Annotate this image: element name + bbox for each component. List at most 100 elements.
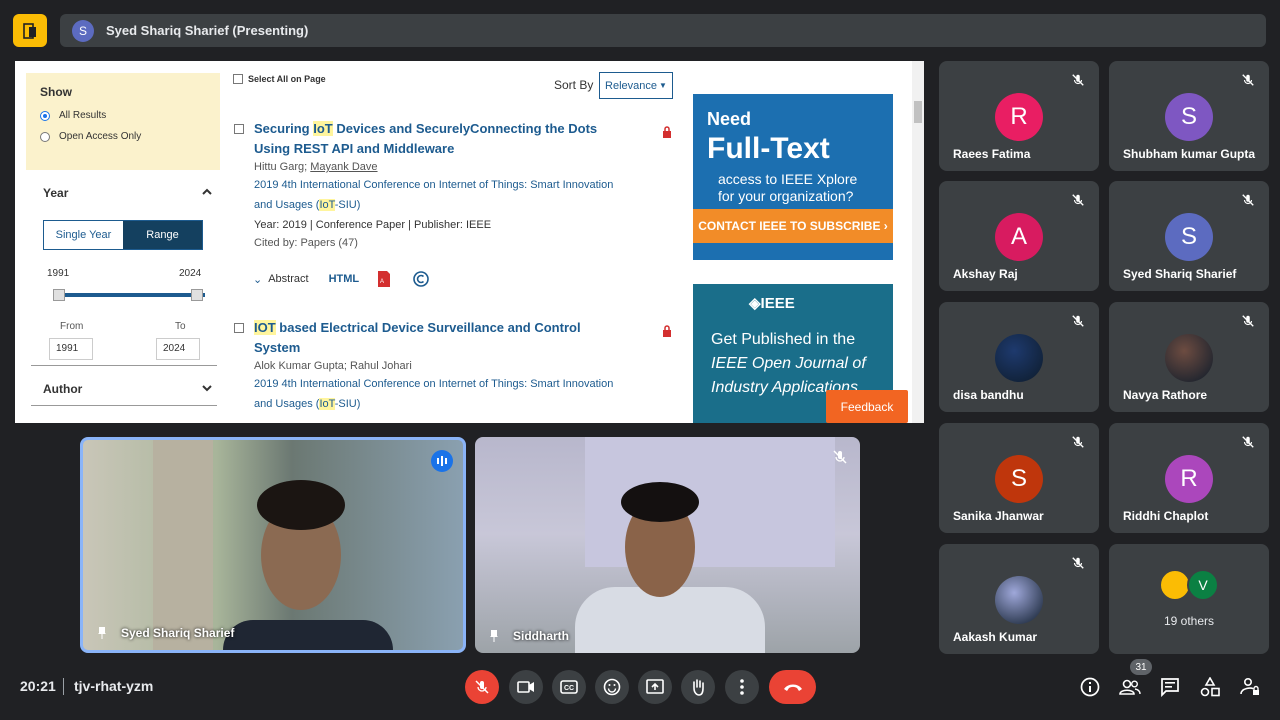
hand-icon: [693, 679, 704, 696]
camera-toggle-button[interactable]: [509, 670, 543, 704]
participant-tile[interactable]: Navya Rathore: [1109, 302, 1269, 412]
captions-icon: CC: [560, 680, 578, 694]
participant-name: disa bandhu: [953, 388, 1024, 402]
to-year-input[interactable]: 2024: [156, 338, 200, 360]
result-authors: Hittu Garg; Mayank Dave: [254, 161, 378, 173]
year-range-slider[interactable]: [57, 293, 205, 297]
participant-avatar: A: [995, 213, 1043, 261]
participant-name: Shubham kumar Gupta: [1123, 147, 1256, 161]
author-link[interactable]: Alok Kumar Gupta: [254, 360, 344, 372]
participant-tile[interactable]: disa bandhu: [939, 302, 1099, 412]
author-filter-header[interactable]: Author: [43, 382, 213, 396]
ad-text: IEEE Open Journal of: [711, 355, 866, 372]
participant-tile[interactable]: Aakash Kumar: [939, 544, 1099, 654]
mic-off-icon: [1241, 435, 1255, 449]
radio-open-access[interactable]: Open Access Only: [40, 131, 206, 142]
result-title-link[interactable]: Securing IoT Devices and SecurelyConnect…: [254, 119, 654, 159]
others-tile[interactable]: V 19 others: [1109, 544, 1269, 654]
chevron-down-icon: [202, 385, 212, 392]
participant-name: Syed Shariq Sharief: [1123, 267, 1237, 281]
sort-label: Sort By: [554, 78, 594, 92]
mic-off-icon: [1241, 314, 1255, 328]
meeting-details-button[interactable]: [1077, 674, 1103, 700]
result-checkbox[interactable]: [234, 124, 244, 134]
clock: 20:21: [20, 678, 56, 694]
abstract-toggle[interactable]: Abstract: [268, 273, 308, 285]
participant-tile[interactable]: A Akshay Raj: [939, 181, 1099, 291]
reactions-button[interactable]: [595, 670, 629, 704]
svg-text:A: A: [380, 279, 384, 285]
ad-heading: Need: [707, 109, 752, 129]
feedback-button[interactable]: Feedback: [826, 390, 908, 423]
shared-screen: Show All Results Open Access Only Year S…: [15, 61, 924, 423]
result-title-link[interactable]: IOT based Electrical Device Surveillance…: [254, 318, 654, 358]
range-button[interactable]: Range: [123, 221, 202, 249]
participant-name: Aakash Kumar: [953, 630, 1038, 644]
participant-avatar: [1165, 334, 1213, 382]
activities-button[interactable]: [1197, 674, 1223, 700]
present-button[interactable]: [638, 670, 672, 704]
pin-icon[interactable]: [97, 627, 107, 639]
mic-off-icon: [1241, 73, 1255, 87]
lock-person-icon: [1240, 677, 1259, 695]
contact-ieee-button[interactable]: CONTACT IEEE TO SUBSCRIBE ›: [693, 209, 893, 243]
result-venue-link[interactable]: 2019 4th International Conference on Int…: [254, 175, 654, 215]
activities-icon: [1200, 677, 1220, 697]
ieee-logo: ◈IEEE: [749, 295, 795, 312]
result-item: IOT based Electrical Device Surveillance…: [254, 318, 654, 414]
meeting-code: tjv-rhat-yzm: [74, 678, 154, 694]
person-body: [575, 587, 765, 653]
chat-button[interactable]: [1157, 674, 1183, 700]
author-link[interactable]: Rahul Johari: [350, 360, 412, 372]
participant-tile[interactable]: S Shubham kumar Gupta: [1109, 61, 1269, 171]
select-all-checkbox[interactable]: Select All on Page: [233, 74, 326, 84]
people-count-badge: 31: [1130, 659, 1152, 675]
more-options-button[interactable]: [725, 670, 759, 704]
video-tile-speaker[interactable]: Syed Shariq Sharief: [80, 437, 466, 653]
slider-handle-min[interactable]: [53, 289, 65, 301]
video-background: [153, 440, 213, 650]
cited-by-link[interactable]: Papers (47): [300, 237, 357, 249]
video-tile-participant[interactable]: Siddharth: [475, 437, 860, 653]
people-button[interactable]: [1117, 674, 1143, 700]
copyright-icon[interactable]: [413, 271, 429, 287]
participant-tile[interactable]: S Syed Shariq Sharief: [1109, 181, 1269, 291]
presenting-bar[interactable]: S Syed Shariq Sharief (Presenting): [60, 14, 1266, 47]
participant-tile[interactable]: S Sanika Jhanwar: [939, 423, 1099, 533]
year-filter-header[interactable]: Year: [43, 186, 213, 200]
pdf-icon[interactable]: A: [377, 271, 391, 287]
single-year-button[interactable]: Single Year: [44, 221, 123, 249]
author-link[interactable]: Mayank Dave: [310, 161, 377, 173]
chevron-up-icon: [202, 188, 212, 195]
host-controls-button[interactable]: [1237, 674, 1263, 700]
mic-off-icon: [475, 680, 489, 694]
pin-icon[interactable]: [489, 630, 499, 642]
end-call-button[interactable]: [769, 670, 816, 704]
slider-handle-max[interactable]: [191, 289, 203, 301]
radio-all-results[interactable]: All Results: [40, 110, 206, 121]
from-year-input[interactable]: 1991: [49, 338, 93, 360]
tile-label: Syed Shariq Sharief: [97, 626, 234, 640]
participant-tile[interactable]: R Raees Fatima: [939, 61, 1099, 171]
result-authors: Alok Kumar Gupta; Rahul Johari: [254, 360, 412, 372]
caret-down-icon: ▼: [659, 81, 667, 90]
presentation-icon[interactable]: [13, 14, 47, 47]
mic-off-icon: [1071, 556, 1085, 570]
result-venue-link[interactable]: 2019 4th International Conference on Int…: [254, 374, 654, 414]
scrollbar-thumb[interactable]: [914, 101, 922, 123]
participant-avatar: R: [995, 93, 1043, 141]
participant-tile[interactable]: R Riddhi Chaplot: [1109, 423, 1269, 533]
sort-dropdown[interactable]: Relevance ▼: [599, 72, 673, 99]
author-link[interactable]: Hittu Garg: [254, 161, 304, 173]
subscribe-ad[interactable]: Need Full-Text access to IEEE Xplore for…: [693, 94, 893, 260]
raise-hand-button[interactable]: [681, 670, 715, 704]
html-link[interactable]: HTML: [329, 273, 360, 285]
presenter-avatar: S: [72, 19, 94, 42]
captions-button[interactable]: CC: [552, 670, 586, 704]
people-icon: [1119, 679, 1141, 695]
speaking-indicator-icon: [431, 450, 453, 472]
result-checkbox[interactable]: [234, 323, 244, 333]
participant-avatar: [995, 334, 1043, 382]
svg-text:CC: CC: [564, 685, 574, 692]
mic-toggle-button[interactable]: [465, 670, 499, 704]
